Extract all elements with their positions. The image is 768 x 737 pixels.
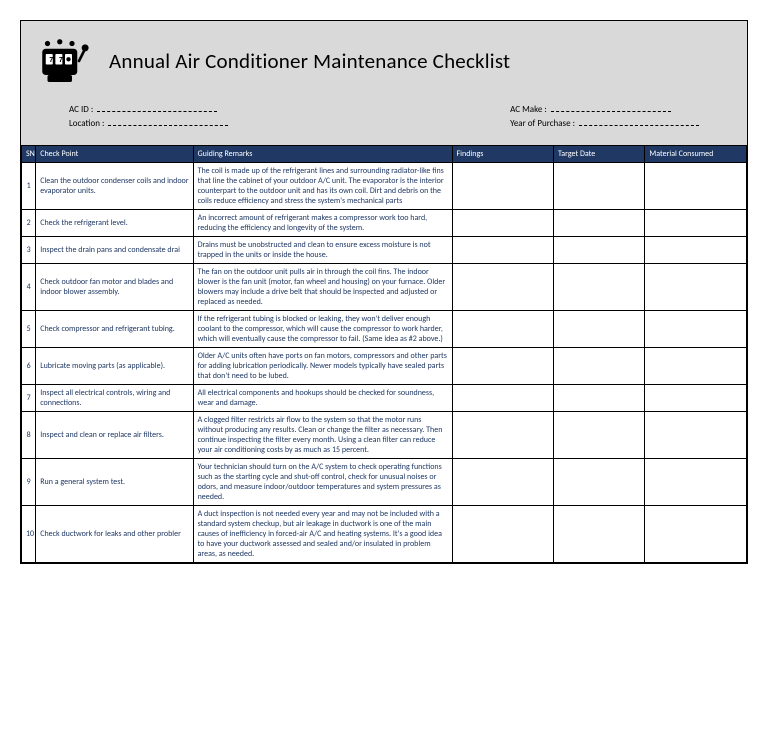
cell-check-point: Clean the outdoor condenser coils and in… [36, 163, 193, 210]
cell-target [554, 163, 645, 210]
cell-material [645, 385, 747, 412]
cell-check-point: Inspect and clean or replace air filters… [36, 412, 193, 459]
cell-check-point: Run a general system test. [36, 459, 193, 506]
cell-sn: 9 [22, 459, 36, 506]
table-row: 10Check ductwork for leaks and other pro… [22, 506, 747, 563]
cell-check-point: Inspect the drain pans and condensate dr… [36, 237, 193, 264]
col-findings: Findings [452, 146, 554, 163]
cell-findings [452, 210, 554, 237]
table-row: 5Check compressor and refrigerant tubing… [22, 311, 747, 348]
document-title: Annual Air Conditioner Maintenance Check… [109, 48, 510, 74]
cell-guiding: The coil is made up of the refrigerant l… [193, 163, 452, 210]
table-row: 6Lubricate moving parts (as applicable).… [22, 348, 747, 385]
cell-findings [452, 348, 554, 385]
cell-material [645, 237, 747, 264]
cell-check-point: Check outdoor fan motor and blades and i… [36, 264, 193, 311]
field-year: Year of Purchase : [510, 117, 699, 129]
field-ac-make: AC Make : [510, 103, 699, 115]
slot-machine-icon: 7 7 [37, 33, 93, 89]
cell-guiding: Drains must be unobstructed and clean to… [193, 237, 452, 264]
cell-findings [452, 311, 554, 348]
cell-sn: 1 [22, 163, 36, 210]
cell-sn: 5 [22, 311, 36, 348]
blank-line [579, 117, 699, 126]
cell-material [645, 348, 747, 385]
col-target: Target Date [554, 146, 645, 163]
table-row: 2Check the refrigerant level.An incorrec… [22, 210, 747, 237]
blank-line [97, 103, 217, 112]
cell-target [554, 348, 645, 385]
cell-sn: 6 [22, 348, 36, 385]
label-location: Location : [69, 118, 104, 129]
cell-guiding: An incorrect amount of refrigerant makes… [193, 210, 452, 237]
cell-sn: 10 [22, 506, 36, 563]
cell-check-point: Check compressor and refrigerant tubing. [36, 311, 193, 348]
cell-sn: 3 [22, 237, 36, 264]
label-year: Year of Purchase : [510, 118, 575, 129]
cell-target [554, 459, 645, 506]
cell-material [645, 412, 747, 459]
cell-material [645, 264, 747, 311]
cell-target [554, 264, 645, 311]
cell-material [645, 506, 747, 563]
checklist-table: SN Check Point Guiding Remarks Findings … [21, 145, 747, 563]
cell-guiding: Your technician should turn on the A/C s… [193, 459, 452, 506]
col-sn: SN [22, 146, 36, 163]
cell-check-point: Check the refrigerant level. [36, 210, 193, 237]
cell-material [645, 163, 747, 210]
cell-findings [452, 459, 554, 506]
cell-findings [452, 264, 554, 311]
cell-check-point: Check ductwork for leaks and other probl… [36, 506, 193, 563]
table-row: 8Inspect and clean or replace air filter… [22, 412, 747, 459]
document: 7 7 Annual Air Conditioner Maintenance C… [20, 20, 748, 564]
cell-findings [452, 385, 554, 412]
cell-target [554, 506, 645, 563]
table-row: 7Inspect all electrical controls, wiring… [22, 385, 747, 412]
table-row: 4Check outdoor fan motor and blades and … [22, 264, 747, 311]
cell-findings [452, 237, 554, 264]
cell-check-point: Lubricate moving parts (as applicable). [36, 348, 193, 385]
cell-sn: 7 [22, 385, 36, 412]
blank-line [108, 117, 228, 126]
table-header-row: SN Check Point Guiding Remarks Findings … [22, 146, 747, 163]
svg-text:7: 7 [49, 57, 53, 64]
cell-material [645, 210, 747, 237]
cell-check-point: Inspect all electrical controls, wiring … [36, 385, 193, 412]
table-row: 1Clean the outdoor condenser coils and i… [22, 163, 747, 210]
cell-guiding: A duct inspection is not needed every ye… [193, 506, 452, 563]
cell-target [554, 237, 645, 264]
cell-target [554, 311, 645, 348]
cell-guiding: Older A/C units often have ports on fan … [193, 348, 452, 385]
cell-guiding: The fan on the outdoor unit pulls air in… [193, 264, 452, 311]
blank-line [551, 103, 671, 112]
field-location: Location : [69, 117, 228, 129]
col-check-point: Check Point [36, 146, 193, 163]
cell-sn: 8 [22, 412, 36, 459]
cell-findings [452, 163, 554, 210]
table-row: 9Run a general system test.Your technici… [22, 459, 747, 506]
document-header: 7 7 Annual Air Conditioner Maintenance C… [21, 21, 747, 145]
cell-target [554, 412, 645, 459]
cell-target [554, 385, 645, 412]
cell-guiding: All electrical components and hookups sh… [193, 385, 452, 412]
cell-guiding: If the refrigerant tubing is blocked or … [193, 311, 452, 348]
label-ac-id: AC ID : [69, 104, 93, 115]
label-ac-make: AC Make : [510, 104, 547, 115]
cell-sn: 2 [22, 210, 36, 237]
cell-target [554, 210, 645, 237]
cell-guiding: A clogged filter restricts air flow to t… [193, 412, 452, 459]
svg-text:7: 7 [59, 57, 63, 64]
cell-material [645, 459, 747, 506]
col-guiding: Guiding Remarks [193, 146, 452, 163]
field-ac-id: AC ID : [69, 103, 228, 115]
meta-row: AC ID : Location : AC Make : Year of Pur… [37, 103, 731, 129]
table-row: 3Inspect the drain pans and condensate d… [22, 237, 747, 264]
cell-material [645, 311, 747, 348]
cell-findings [452, 506, 554, 563]
col-material: Material Consumed [645, 146, 747, 163]
cell-findings [452, 412, 554, 459]
cell-sn: 4 [22, 264, 36, 311]
